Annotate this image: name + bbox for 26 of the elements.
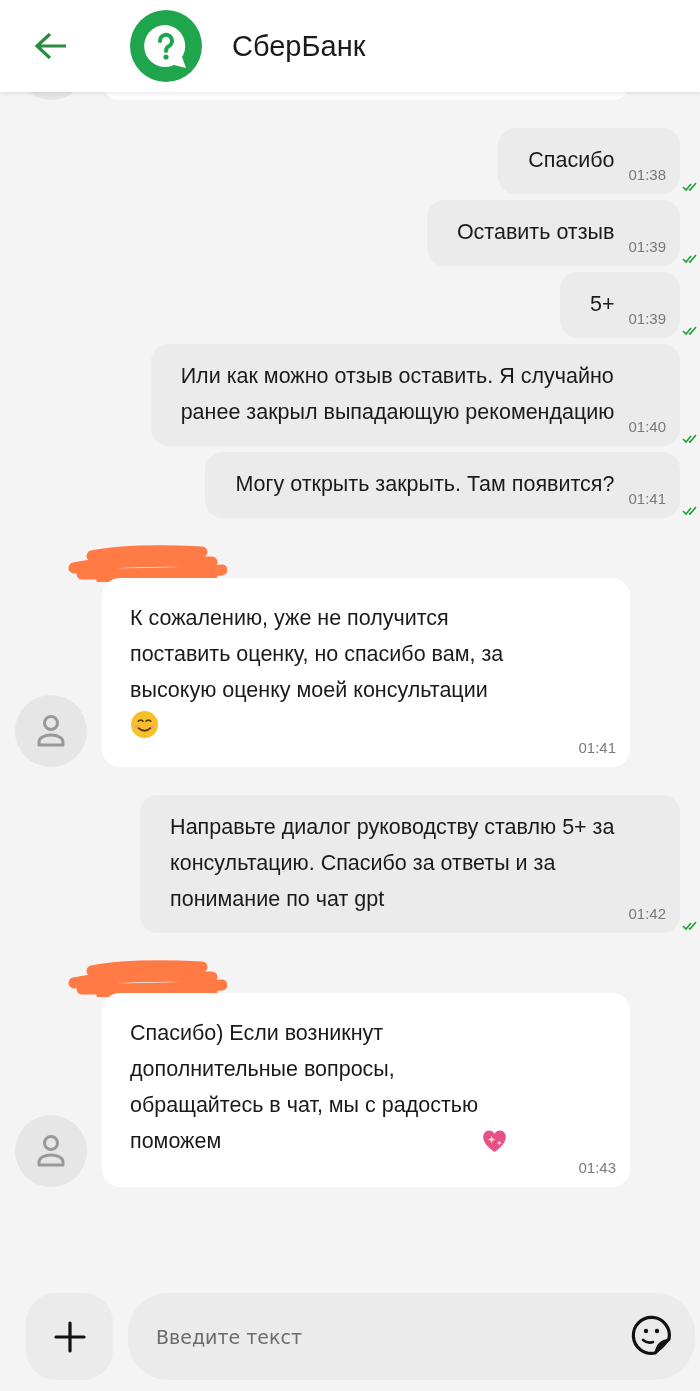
message-text: К сожалению, уже не получится поставить оценку, но спасибо вам, за высокую оценку моей консультации [130, 605, 504, 704]
message-time: 01:40 [628, 418, 666, 436]
message-text: Направьте диалог руководству ставлю 5+ за консультацию. Спасибо за ответы и за понимание по чат gpt [170, 814, 615, 913]
back-arrow-icon[interactable] [34, 31, 68, 61]
plus-icon [52, 1319, 87, 1354]
chat-help-logo-icon [130, 10, 202, 82]
message-text: 5+ [589, 291, 615, 318]
message-text: Спасибо [528, 147, 615, 174]
message-time: 01:38 [628, 166, 666, 184]
person-icon [36, 1134, 66, 1168]
chat-title: СберБанк [232, 29, 366, 63]
message-time: 01:41 [578, 739, 616, 757]
message-time: 01:39 [628, 238, 666, 256]
message-text: Спасибо) Если возникнут дополнительные вопросы, обращайтесь в чат, мы с радостью поможем [130, 1020, 479, 1155]
add-button[interactable] [26, 1293, 113, 1380]
message-time: 01:39 [628, 310, 666, 328]
message-input[interactable]: Введите текст [128, 1293, 695, 1380]
message-time: 01:41 [628, 490, 666, 508]
message-time: 01:43 [578, 1159, 616, 1177]
message-text: Могу открыть закрыть. Там появится? [235, 471, 615, 498]
message-text: Или как можно отзыв оставить. Я случайно ранее закрыл выпадающую рекомендацию [180, 363, 615, 426]
smiling-face-icon [130, 710, 159, 739]
message-time: 01:42 [628, 905, 666, 923]
message-text: Оставить отзыв [456, 219, 615, 246]
person-icon [36, 714, 66, 748]
sticker-icon[interactable] [631, 1315, 673, 1357]
